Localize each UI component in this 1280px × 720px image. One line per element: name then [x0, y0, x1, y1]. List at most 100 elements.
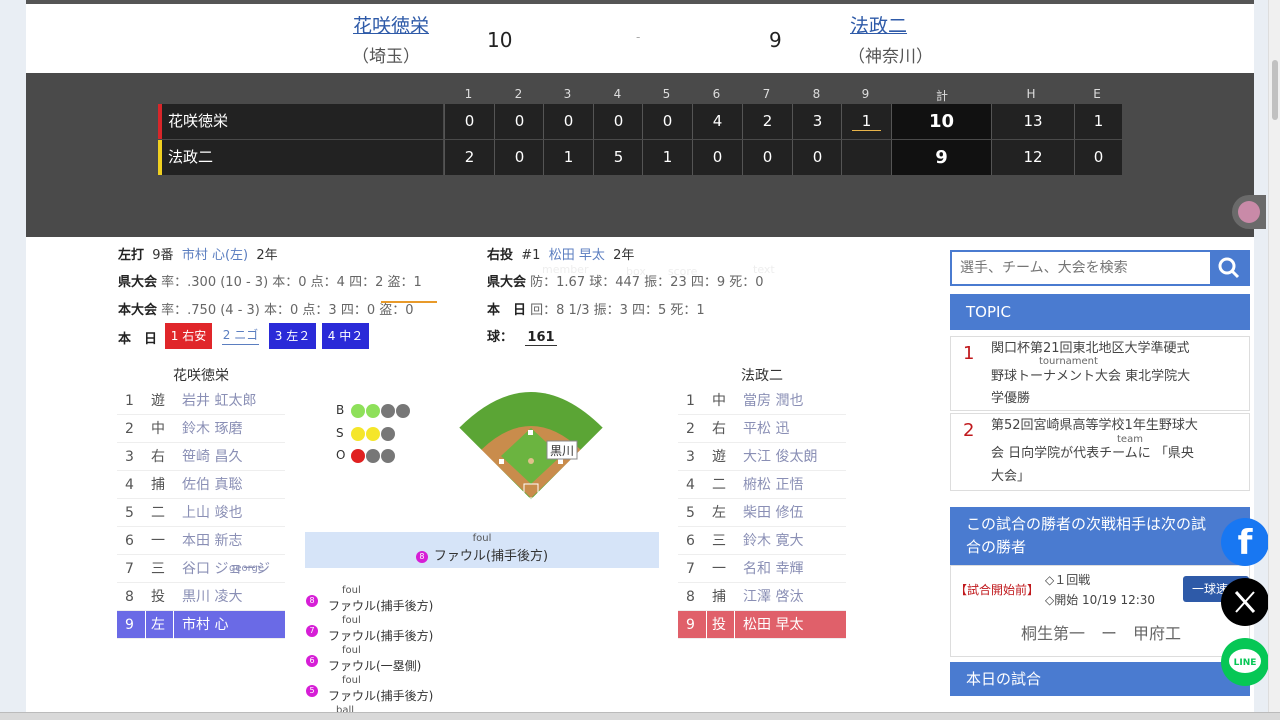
- play-text: ファウル(捕手後方): [433, 549, 549, 564]
- batting-order: 6: [125, 533, 134, 549]
- lineup-row[interactable]: 6 一 本田 新志: [117, 527, 285, 555]
- batting-order: 6: [686, 533, 695, 549]
- count-dot: [381, 404, 395, 418]
- player-name[interactable]: 江澤 啓汰: [743, 583, 803, 611]
- inning-score: 1: [642, 140, 692, 175]
- inning-score-value: 2: [762, 112, 773, 130]
- batting-order: 7: [125, 561, 134, 577]
- pitch-ruby: foul: [342, 675, 361, 686]
- svg-text:LINE: LINE: [1234, 658, 1257, 668]
- stat-label: 本大会: [118, 303, 158, 318]
- topic-item[interactable]: 2 第52回宮崎県高等学校1年生野球大 team 会 日向学院が代表チームに 「…: [950, 413, 1250, 491]
- lineup-row[interactable]: 4 二 椨松 正悟: [678, 471, 846, 499]
- lineup-row[interactable]: 9 左 市村 心: [117, 611, 285, 639]
- lineup-row[interactable]: 9 投 松田 早太: [678, 611, 846, 639]
- position: 二: [151, 505, 165, 521]
- score-dash: -: [636, 30, 641, 44]
- search-icon: [1218, 257, 1240, 279]
- position: 捕: [712, 589, 726, 605]
- lineup-row[interactable]: 7 一 名和 幸輝: [678, 555, 846, 583]
- column-header-total: 計: [935, 89, 948, 103]
- batter-tourn-stats: 本大会 率：.750 (4 - 3) 本：0 点：3 四：0 盗：0: [118, 299, 414, 318]
- player-name[interactable]: 岩井 虹太郎: [182, 387, 256, 415]
- player-name[interactable]: 柴田 修伍: [743, 499, 803, 527]
- position: 右: [712, 421, 726, 437]
- lineup-row[interactable]: 1 中 當房 潤也: [678, 387, 846, 415]
- horizontal-scrollbar[interactable]: [0, 712, 1280, 720]
- count-dot: [396, 404, 410, 418]
- batting-order: 9: [125, 617, 134, 633]
- match-teams: 桐生第一 ー 甲府工: [1020, 624, 1181, 643]
- inning-score-value: 0: [712, 148, 723, 166]
- inning-score-value: 0: [662, 112, 673, 130]
- vertical-scrollbar[interactable]: [1268, 0, 1280, 712]
- stat-values: 防：1.67 球：447 振：23 四：9 死：0: [530, 275, 764, 290]
- topic-item[interactable]: 1 関口杯第21回東北地区大学準硬式 tournament 野球トーナメント大会…: [950, 336, 1250, 411]
- team-color-bar: [158, 104, 162, 139]
- tab-starting-info[interactable]: 先発情報: [841, 277, 897, 297]
- lineup-row[interactable]: 8 投 黒川 凌大: [117, 583, 285, 611]
- player-name[interactable]: 上山 竣也: [182, 499, 242, 527]
- lineup-row[interactable]: 4 捕 佐伯 真聡: [117, 471, 285, 499]
- lineup-row[interactable]: 2 右 平松 迅: [678, 415, 846, 443]
- pitch-number-dot: 6: [306, 655, 318, 667]
- pitch-count-line: 球： 161: [487, 326, 557, 346]
- x-icon[interactable]: [1221, 578, 1269, 626]
- player-name[interactable]: 名和 幸輝: [743, 555, 803, 583]
- pitch-number-dot: 8: [306, 595, 318, 607]
- player-name[interactable]: 佐伯 真聡: [182, 471, 242, 499]
- search-box: [950, 250, 1250, 286]
- batter-name[interactable]: 市村 心(左): [182, 248, 248, 263]
- pitch-ruby: foul: [342, 645, 361, 656]
- topic-line: 会 日向学院が代表チームに 「県央: [991, 446, 1194, 461]
- inning-score: 1: [841, 104, 891, 139]
- lineup-row[interactable]: 3 遊 大江 俊太朗: [678, 443, 846, 471]
- lineup-row[interactable]: 5 左 柴田 修伍: [678, 499, 846, 527]
- lineup-row[interactable]: 1 遊 岩井 虹太郎: [117, 387, 285, 415]
- position: 左: [151, 617, 165, 633]
- lineup-row[interactable]: 2 中 鈴木 琢磨: [117, 415, 285, 443]
- player-name[interactable]: 大江 俊太朗: [743, 443, 817, 471]
- inning-score-value: 5: [613, 148, 624, 166]
- search-button[interactable]: [1210, 252, 1248, 284]
- player-name[interactable]: 笹崎 昌久: [182, 443, 242, 471]
- player-name[interactable]: 鈴木 寛大: [743, 527, 803, 555]
- score-e: 0: [1074, 140, 1122, 175]
- count-label: O: [336, 448, 346, 462]
- lineup-row[interactable]: 6 三 鈴木 寛大: [678, 527, 846, 555]
- search-input[interactable]: [960, 260, 1200, 276]
- lineup-row[interactable]: 7 三谷口 ジョージ george: [117, 555, 285, 583]
- today-games-header: 本日の試合: [950, 662, 1250, 696]
- home-team-link[interactable]: 花咲徳栄: [353, 11, 429, 38]
- player-name[interactable]: 市村 心: [182, 611, 228, 639]
- lineup-row[interactable]: 5 二 上山 竣也: [117, 499, 285, 527]
- topic-line: 野球トーナメント大会 東北学院大: [991, 369, 1191, 384]
- player-name[interactable]: 黒川 凌大: [182, 583, 242, 611]
- row-separator: [173, 611, 174, 639]
- player-name[interactable]: 鈴木 琢磨: [182, 415, 242, 443]
- count-dot: [351, 449, 365, 463]
- batter-order: 9番: [152, 248, 174, 263]
- lineup-row[interactable]: 8 捕 江澤 啓汰: [678, 583, 846, 611]
- player-name[interactable]: 當房 潤也: [743, 387, 803, 415]
- home-team-pref: （埼玉）: [352, 47, 420, 67]
- pitch-number-dot: 5: [306, 685, 318, 697]
- facebook-icon[interactable]: f: [1221, 518, 1269, 566]
- player-name[interactable]: 平松 迅: [743, 415, 789, 443]
- topic-header: TOPIC: [950, 294, 1250, 330]
- inning-header: 9: [861, 87, 870, 101]
- player-name[interactable]: 椨松 正悟: [743, 471, 803, 499]
- batting-order: 3: [125, 449, 134, 465]
- lineup-row[interactable]: 3 右 笹崎 昌久: [117, 443, 285, 471]
- side-tab[interactable]: [1232, 195, 1266, 229]
- pitcher-name[interactable]: 松田 早太: [549, 248, 605, 263]
- stat-label: 県大会: [487, 275, 527, 290]
- pitcher-line: 右投 #1 松田 早太 2年: [487, 244, 634, 263]
- scrollbar-thumb[interactable]: [1272, 60, 1278, 120]
- away-team-link[interactable]: 法政二: [850, 11, 907, 38]
- player-name[interactable]: 松田 早太: [743, 611, 803, 639]
- line-icon[interactable]: LINE: [1221, 638, 1269, 686]
- player-name[interactable]: 本田 新志: [182, 527, 242, 555]
- inning-score-value: 0: [514, 148, 525, 166]
- inning-score-value: 0: [563, 112, 574, 130]
